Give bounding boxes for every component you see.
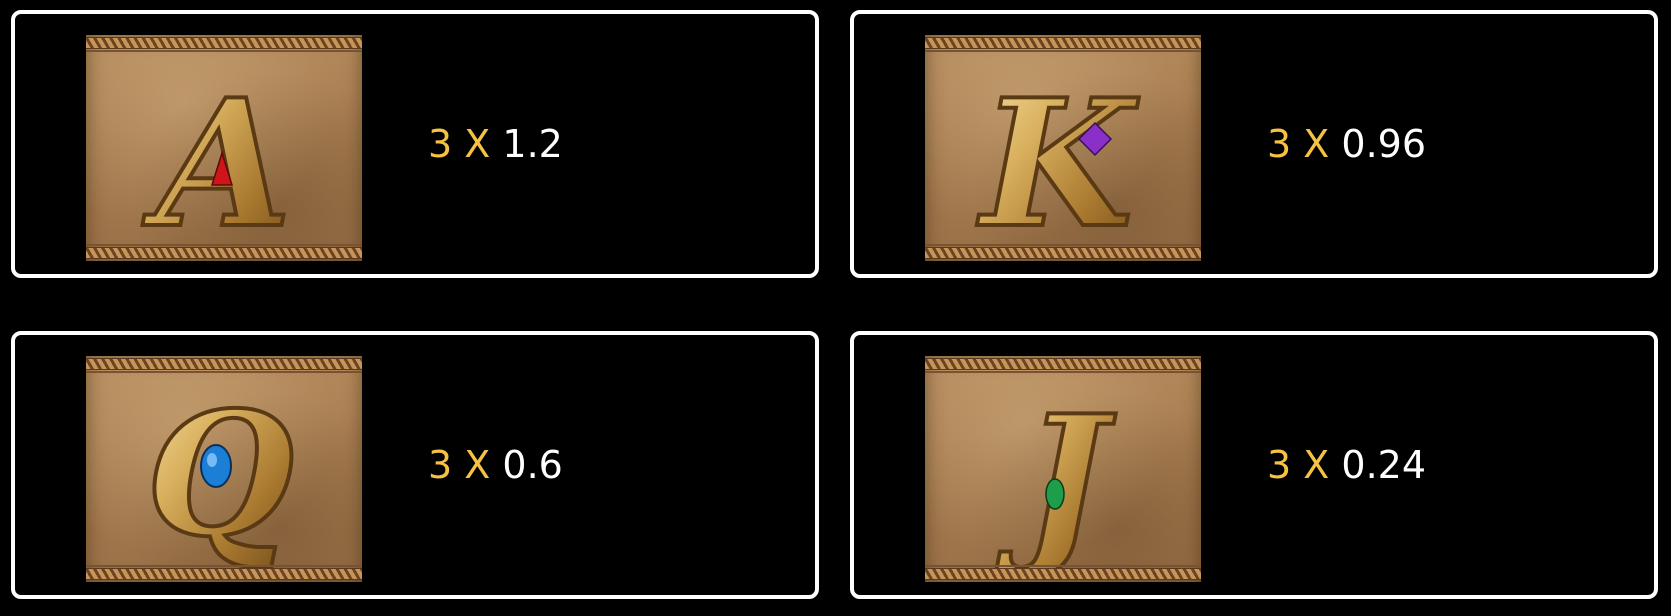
rope-border-bottom [86,247,362,259]
payout-text: 3 X 0.24 [1267,443,1426,487]
rope-line-bottom [86,565,362,567]
rope-line-bottom [86,244,362,246]
letter-glyph: K [976,62,1139,261]
symbol-tile-k: K [925,35,1201,261]
paytable-card-k: K 3 X 0.96 [850,10,1658,278]
times-sign: X [464,122,491,166]
multiplier-value: 0.6 [502,443,563,487]
rope-line-bottom [925,565,1201,567]
paytable-card-q: Q 3 X 0.6 [11,331,819,599]
rope-border-bottom [925,568,1201,580]
payout-text: 3 X 1.2 [428,122,563,166]
symbol-count: 3 [428,443,453,487]
letter-glyph: A [142,62,292,261]
sapphire-gem-icon [200,444,232,488]
multiplier-value: 0.24 [1341,443,1427,487]
rope-border-bottom [86,568,362,580]
emerald-gem-icon [1045,478,1065,510]
rope-border-bottom [925,247,1201,259]
times-sign: X [1303,443,1330,487]
symbol-count: 3 [428,122,453,166]
letter-j-icon: J [994,376,1119,582]
times-sign: X [1303,122,1330,166]
paytable-card-a: A 3 X 1.2 [11,10,819,278]
symbol-tile-j: J [925,356,1201,582]
multiplier-value: 0.96 [1341,122,1427,166]
symbol-tile-q: Q [86,356,362,582]
rope-line-bottom [925,244,1201,246]
letter-q-icon: Q [144,373,296,577]
symbol-count: 3 [1267,122,1292,166]
symbol-count: 3 [1267,443,1292,487]
paytable-card-j: J 3 X 0.24 [850,331,1658,599]
symbol-tile-a: A [86,35,362,261]
payout-text: 3 X 0.96 [1267,122,1426,166]
times-sign: X [464,443,491,487]
multiplier-value: 1.2 [502,122,563,166]
payout-text: 3 X 0.6 [428,443,563,487]
letter-a-icon: A [140,60,294,261]
letter-k-icon: K [974,60,1141,261]
